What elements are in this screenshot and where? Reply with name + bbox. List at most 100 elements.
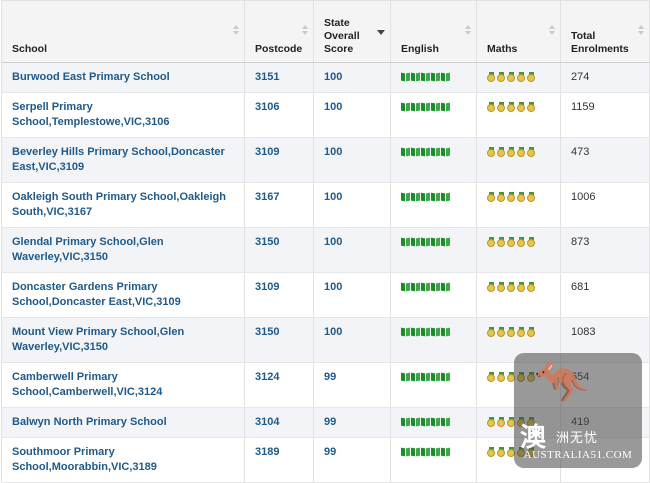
medal-icon xyxy=(517,237,526,247)
column-header-enrolments[interactable]: Total Enrolments xyxy=(560,0,650,63)
column-header-label: School xyxy=(12,43,48,55)
medal-icon xyxy=(487,447,496,457)
english-rating xyxy=(390,362,477,408)
postcode-link[interactable]: 3109 xyxy=(244,137,314,183)
school-name-link[interactable]: Balwyn North Primary School xyxy=(1,407,245,438)
school-name-link[interactable]: Glendal Primary School,Glen Waverley,VIC… xyxy=(1,227,245,273)
maths-rating xyxy=(476,62,561,93)
medal-icon xyxy=(487,192,496,202)
column-header-label: Postcode xyxy=(255,43,303,55)
book-icon xyxy=(401,72,410,81)
book-icon xyxy=(411,72,420,81)
column-header-english[interactable]: English xyxy=(390,0,477,63)
maths-rating xyxy=(476,272,561,318)
medal-icon xyxy=(487,327,496,337)
postcode-link[interactable]: 3106 xyxy=(244,92,314,138)
state-score-link[interactable]: 100 xyxy=(313,272,391,318)
medal-icon xyxy=(527,237,536,247)
english-rating xyxy=(390,62,477,93)
medal-icon xyxy=(527,147,536,157)
english-rating xyxy=(390,227,477,273)
book-icon xyxy=(421,327,430,336)
watermark-logo: 🦘 澳 洲无忧 AUSTRALIA51.COM xyxy=(514,353,642,468)
postcode-link[interactable]: 3109 xyxy=(244,272,314,318)
medal-icon xyxy=(517,102,526,112)
total-enrolments: 1006 xyxy=(560,182,650,228)
table-header-row: School Postcode State Overall Score English… xyxy=(1,0,650,63)
english-rating xyxy=(390,407,477,438)
state-score-link[interactable]: 100 xyxy=(313,182,391,228)
maths-rating xyxy=(476,137,561,183)
medal-icon xyxy=(507,72,516,82)
school-name-link[interactable]: Southmoor Primary School,Moorabbin,VIC,3… xyxy=(1,437,245,483)
column-header-label: Maths xyxy=(487,43,518,55)
state-score-link[interactable]: 100 xyxy=(313,62,391,93)
medal-icon xyxy=(497,147,506,157)
state-score-link[interactable]: 99 xyxy=(313,407,391,438)
school-name-link[interactable]: Doncaster Gardens Primary School,Doncast… xyxy=(1,272,245,318)
column-header-score[interactable]: State Overall Score xyxy=(313,0,391,63)
postcode-link[interactable]: 3124 xyxy=(244,362,314,408)
watermark-small-text: 洲无忧 xyxy=(556,430,599,445)
medal-icon xyxy=(497,102,506,112)
sort-descending-icon[interactable] xyxy=(377,30,385,35)
school-name-link[interactable]: Camberwell Primary School,Camberwell,VIC… xyxy=(1,362,245,408)
medal-icon xyxy=(497,447,506,457)
postcode-link[interactable]: 3189 xyxy=(244,437,314,483)
book-icon xyxy=(401,417,410,426)
book-icon xyxy=(411,327,420,336)
school-name-link[interactable]: Beverley Hills Primary School,Doncaster … xyxy=(1,137,245,183)
table-row: Burwood East Primary School 3151 100 274 xyxy=(1,62,650,93)
medal-icon xyxy=(497,282,506,292)
book-icon xyxy=(431,147,440,156)
postcode-link[interactable]: 3167 xyxy=(244,182,314,228)
book-icon xyxy=(441,327,450,336)
state-score-link[interactable]: 99 xyxy=(313,437,391,483)
state-score-link[interactable]: 100 xyxy=(313,317,391,363)
state-score-link[interactable]: 100 xyxy=(313,227,391,273)
medal-icon xyxy=(517,282,526,292)
book-icon xyxy=(441,237,450,246)
book-icon xyxy=(421,447,430,456)
medal-icon xyxy=(517,72,526,82)
state-score-link[interactable]: 100 xyxy=(313,137,391,183)
state-score-link[interactable]: 100 xyxy=(313,92,391,138)
book-icon xyxy=(421,237,430,246)
book-icon xyxy=(401,237,410,246)
school-name-link[interactable]: Oakleigh South Primary School,Oakleigh S… xyxy=(1,182,245,228)
sort-toggle-icon[interactable] xyxy=(465,25,471,37)
sort-toggle-icon[interactable] xyxy=(302,25,308,37)
medal-icon xyxy=(517,192,526,202)
sort-toggle-icon[interactable] xyxy=(549,25,555,37)
state-score-link[interactable]: 99 xyxy=(313,362,391,408)
book-icon xyxy=(411,447,420,456)
book-icon xyxy=(431,102,440,111)
school-name-link[interactable]: Mount View Primary School,Glen Waverley,… xyxy=(1,317,245,363)
column-header-school[interactable]: School xyxy=(1,0,245,63)
table-row: Glendal Primary School,Glen Waverley,VIC… xyxy=(1,227,650,273)
school-name-link[interactable]: Burwood East Primary School xyxy=(1,62,245,93)
medal-icon xyxy=(487,282,496,292)
book-icon xyxy=(411,192,420,201)
maths-rating xyxy=(476,227,561,273)
medal-icon xyxy=(527,72,536,82)
medal-icon xyxy=(507,327,516,337)
column-header-postcode[interactable]: Postcode xyxy=(244,0,314,63)
sort-toggle-icon[interactable] xyxy=(233,25,239,37)
medal-icon xyxy=(507,237,516,247)
medal-icon xyxy=(487,237,496,247)
column-header-label: Total Enrolments xyxy=(571,30,629,55)
table-row: Doncaster Gardens Primary School,Doncast… xyxy=(1,272,650,318)
postcode-link[interactable]: 3150 xyxy=(244,227,314,273)
postcode-link[interactable]: 3104 xyxy=(244,407,314,438)
total-enrolments: 873 xyxy=(560,227,650,273)
postcode-link[interactable]: 3150 xyxy=(244,317,314,363)
book-icon xyxy=(431,447,440,456)
postcode-link[interactable]: 3151 xyxy=(244,62,314,93)
english-rating xyxy=(390,182,477,228)
school-name-link[interactable]: Serpell Primary School,Templestowe,VIC,3… xyxy=(1,92,245,138)
column-header-maths[interactable]: Maths xyxy=(476,0,561,63)
book-icon xyxy=(421,372,430,381)
sort-toggle-icon[interactable] xyxy=(638,25,644,37)
table-row: Beverley Hills Primary School,Doncaster … xyxy=(1,137,650,183)
